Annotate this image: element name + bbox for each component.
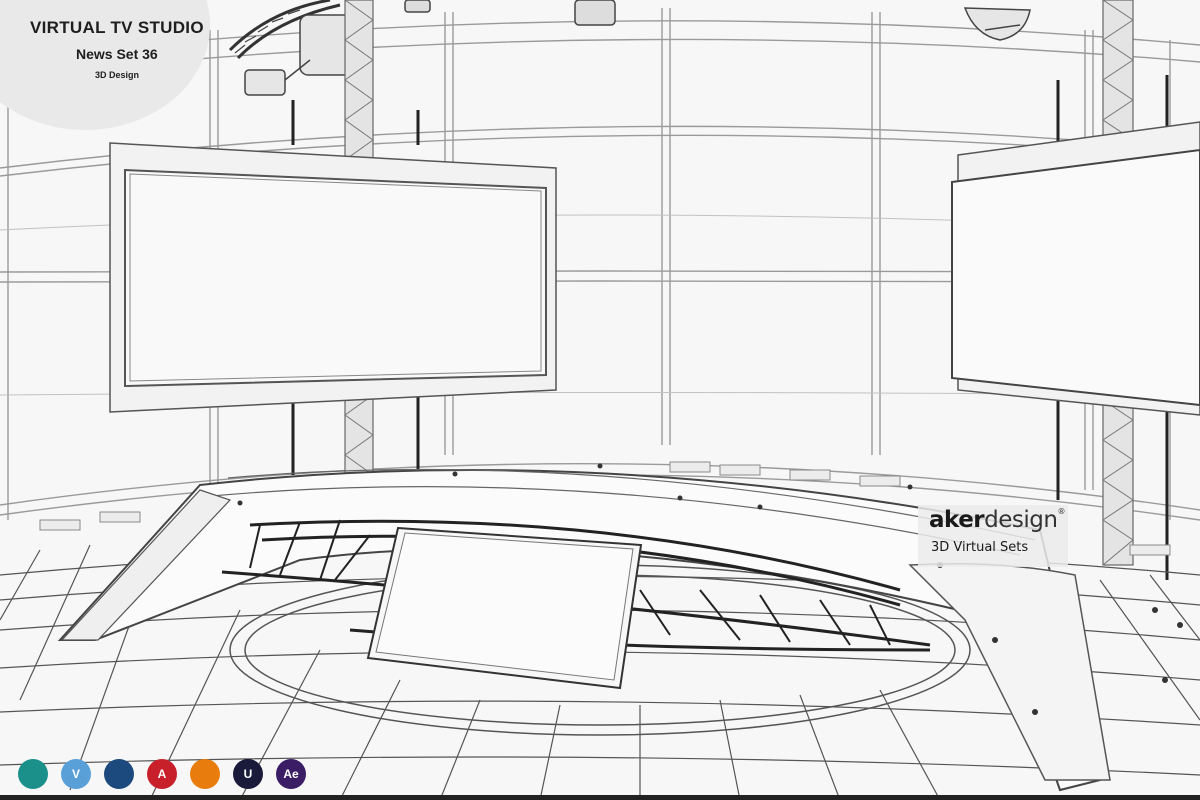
unreal-icon: U (233, 759, 263, 789)
autocad-icon: A (147, 759, 177, 789)
brand-wordmark: akerdesign® (929, 507, 1065, 533)
software-icon-row: V A U Ae (18, 756, 306, 792)
3ds-max-icon (18, 759, 48, 789)
brand-name-bold: aker (929, 507, 985, 533)
studio-render: VIRTUAL TV STUDIO News Set 36 3D Design … (0, 0, 1200, 800)
left-display-screen (109, 142, 557, 413)
after-effects-icon: Ae (276, 759, 306, 789)
bottom-border (0, 795, 1200, 800)
vray-icon: V (61, 759, 91, 789)
title-block: VIRTUAL TV STUDIO News Set 36 3D Design (0, 0, 230, 130)
subtitle: News Set 36 (76, 46, 158, 62)
registered-mark: ® (1057, 507, 1065, 516)
brand-logo: akerdesign® 3D Virtual Sets (918, 505, 1068, 567)
caption: 3D Design (95, 70, 140, 80)
right-display-screen (951, 121, 1200, 416)
title: VIRTUAL TV STUDIO (30, 18, 204, 37)
brand-name-light: design (984, 507, 1058, 533)
blender-icon (190, 759, 220, 789)
cinema4d-icon (104, 759, 134, 789)
brand-tagline: 3D Virtual Sets (931, 540, 1029, 555)
